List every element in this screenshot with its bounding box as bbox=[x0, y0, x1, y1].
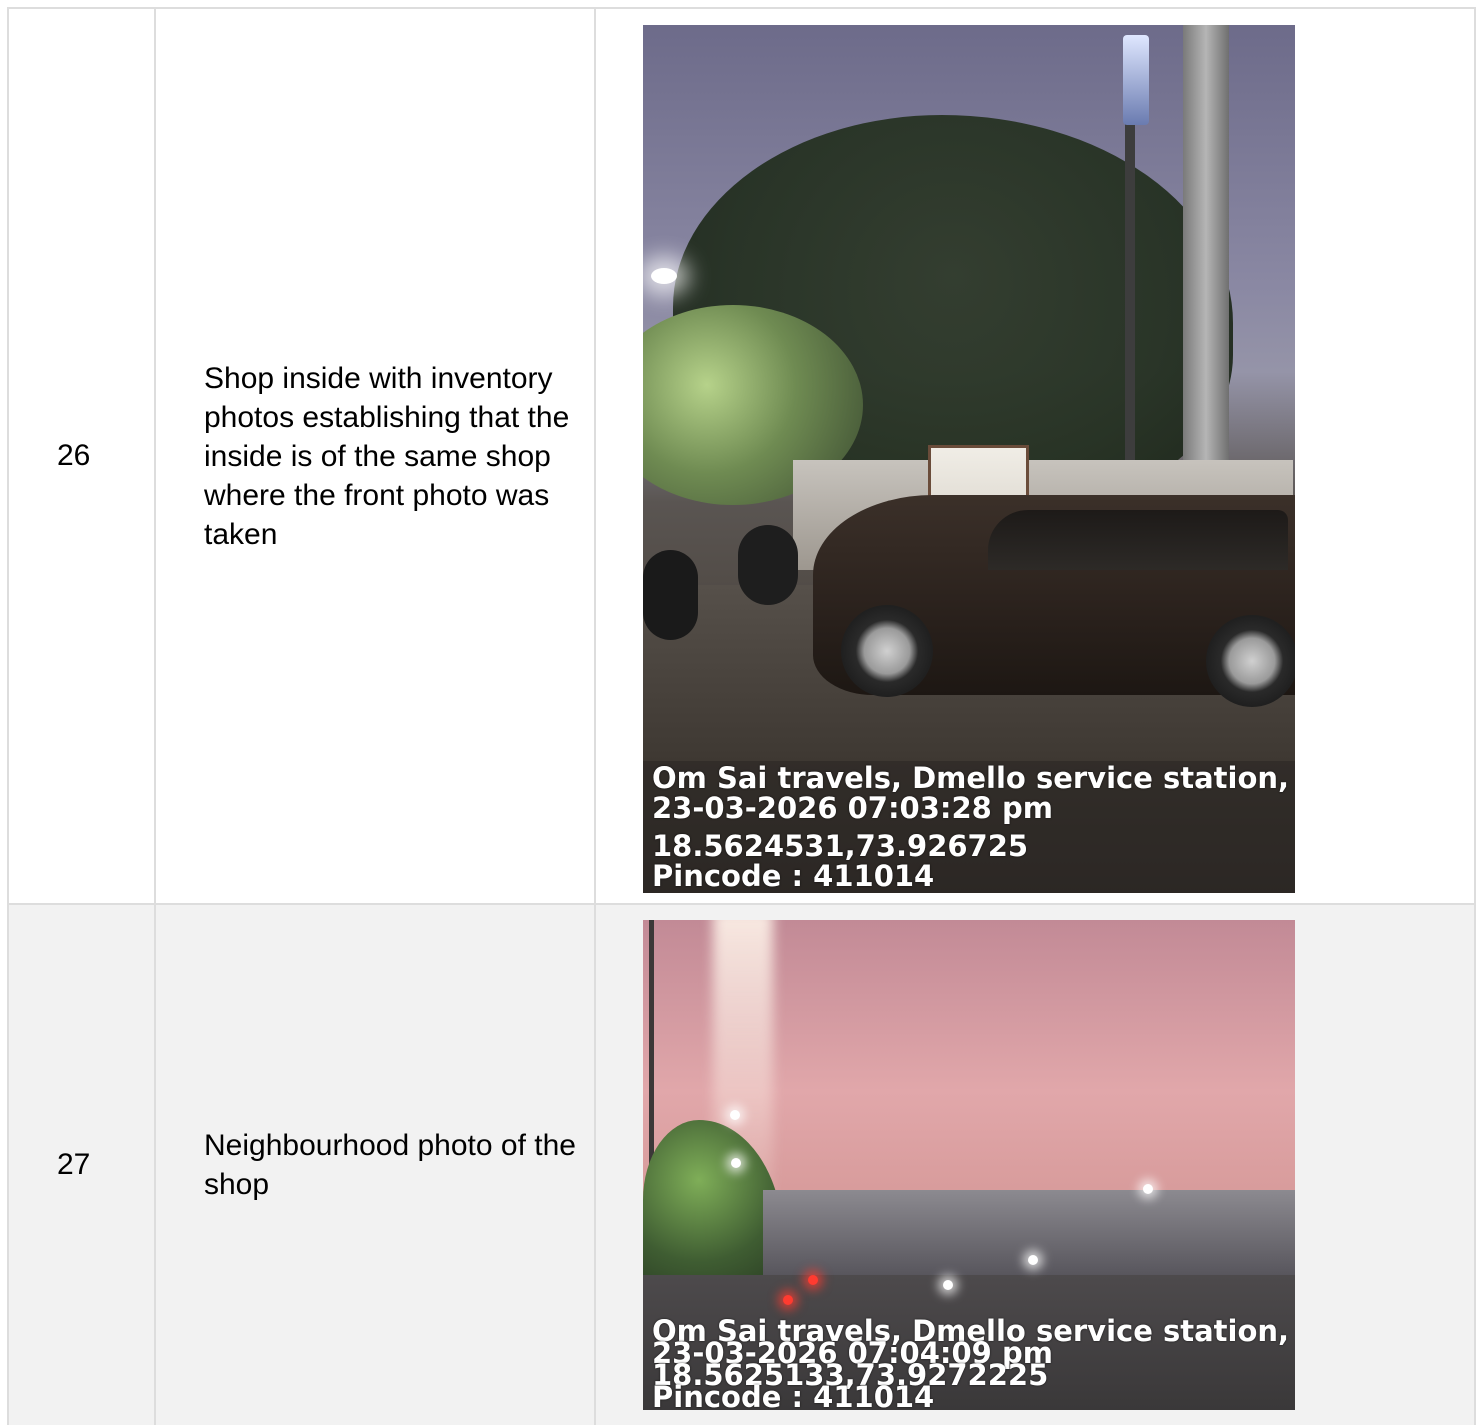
photo-geo-stamp: Om Sai travels, Dmello service station, … bbox=[643, 1317, 1295, 1411]
shop-inside-photo[interactable]: Om Sai travels, Dmello service station, … bbox=[643, 25, 1295, 893]
photo-flood-lamp bbox=[1123, 35, 1149, 125]
photo-buildings bbox=[763, 1190, 1295, 1280]
photo-motorbike bbox=[738, 525, 798, 605]
photo-tail-light bbox=[808, 1275, 818, 1285]
stamp-datetime: 23-03-2026 07:03:28 pm bbox=[652, 791, 1053, 825]
photo-car-wheel bbox=[1206, 615, 1295, 707]
photo-car-window bbox=[988, 510, 1288, 570]
neighbourhood-photo[interactable]: Om Sai travels, Dmello service station, … bbox=[643, 920, 1295, 1410]
photo-cell: Om Sai travels, Dmello service station, … bbox=[596, 905, 1476, 1425]
table-row: 26 Shop inside with inventory photos est… bbox=[9, 9, 1476, 905]
photo-light-pole bbox=[1125, 85, 1135, 485]
photo-tail-light bbox=[783, 1295, 793, 1305]
stamp-pincode: Pincode : 411014 bbox=[652, 859, 935, 893]
photo-street-light bbox=[730, 1110, 740, 1120]
stamp-coordinates: 18.5624531,73.926725 bbox=[652, 829, 1029, 863]
survey-table: 26 Shop inside with inventory photos est… bbox=[7, 7, 1476, 1425]
table-row: 27 Neighbourhood photo of the shop Om Sa… bbox=[9, 905, 1476, 1425]
photo-vehicle-light bbox=[943, 1280, 953, 1290]
photo-pole bbox=[1183, 25, 1229, 495]
stamp-location: Om Sai travels, Dmello service station, … bbox=[652, 761, 1295, 795]
photo-street-light bbox=[1028, 1255, 1038, 1265]
photo-motorbike bbox=[643, 550, 698, 640]
photo-cell: Om Sai travels, Dmello service station, … bbox=[596, 9, 1476, 903]
row-description: Neighbourhood photo of the shop bbox=[156, 905, 596, 1425]
photo-street-light bbox=[1143, 1184, 1153, 1194]
photo-car-wheel bbox=[841, 605, 933, 697]
photo-street-light bbox=[651, 268, 677, 284]
row-description: Shop inside with inventory photos establ… bbox=[156, 9, 596, 903]
row-number: 27 bbox=[9, 905, 156, 1425]
row-number: 26 bbox=[9, 9, 156, 903]
photo-geo-stamp: Om Sai travels, Dmello service station, … bbox=[643, 761, 1295, 893]
photo-street-light bbox=[731, 1158, 741, 1168]
